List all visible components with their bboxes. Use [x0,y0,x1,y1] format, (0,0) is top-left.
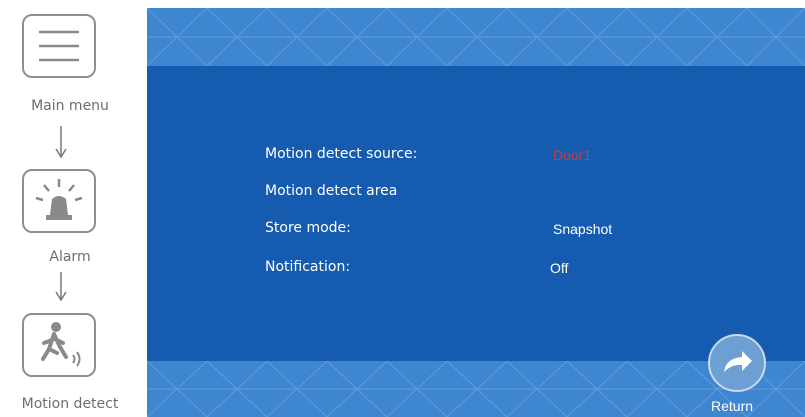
header-band [147,8,805,67]
alarm-button[interactable] [22,169,96,233]
return-label[interactable]: Return [711,398,753,414]
notification-value[interactable]: Off [550,260,568,276]
main-menu-button[interactable] [22,14,96,78]
breadcrumb-label-motion-detect: Motion detect [21,396,119,412]
pattern-decoration [147,8,805,67]
motion-source-label: Motion detect source: [265,146,418,162]
breadcrumb-label-alarm: Alarm [49,249,91,265]
alarm-siren-icon [35,179,83,220]
store-mode-value[interactable]: Snapshot [553,221,612,237]
pattern-decoration [147,360,805,417]
motion-detect-button[interactable] [22,313,96,377]
motion-person-icon [41,322,81,367]
down-arrow-icon [55,126,67,159]
breadcrumb-nav: Main menu Alarm Motion detect [0,0,140,417]
footer-band [147,360,805,417]
breadcrumb-label-main-menu: Main menu [31,98,109,114]
settings-panel [147,66,805,361]
menu-icon [39,30,79,62]
return-arrow-icon [724,351,752,372]
motion-source-value[interactable]: Door1 [553,147,591,163]
settings-screen: Motion detect source: Door1 Motion detec… [147,8,805,417]
down-arrow-icon [55,272,67,302]
notification-label: Notification: [265,259,351,275]
motion-area-button[interactable]: Motion detect area [265,183,397,199]
store-mode-label: Store mode: [265,220,351,236]
return-button[interactable] [708,334,766,392]
